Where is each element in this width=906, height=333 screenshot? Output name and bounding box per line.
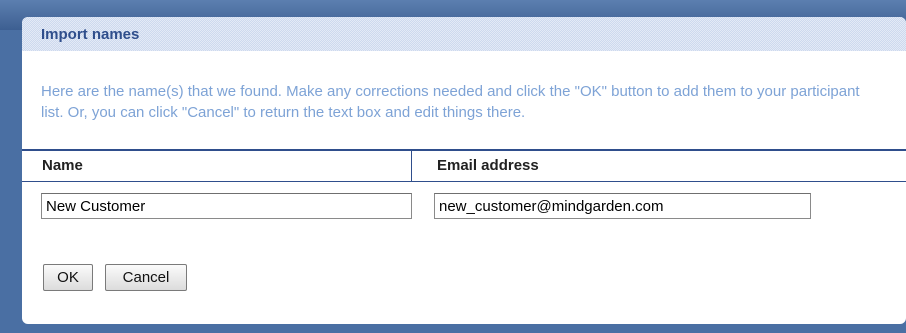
email-input[interactable]: [434, 193, 811, 219]
dialog-titlebar[interactable]: Import names: [22, 17, 906, 51]
cancel-button[interactable]: Cancel: [105, 264, 187, 291]
column-divider: [411, 151, 412, 181]
column-header-name: Name: [42, 157, 83, 174]
dialog-instructions: Here are the name(s) that we found. Make…: [41, 83, 860, 121]
import-names-dialog: Import names Here are the name(s) that w…: [22, 17, 906, 324]
dialog-title: Import names: [41, 26, 140, 43]
name-input[interactable]: [41, 193, 412, 219]
column-header-email: Email address: [437, 157, 539, 174]
ok-button[interactable]: OK: [43, 264, 93, 291]
table-header: Name Email address: [22, 149, 906, 182]
